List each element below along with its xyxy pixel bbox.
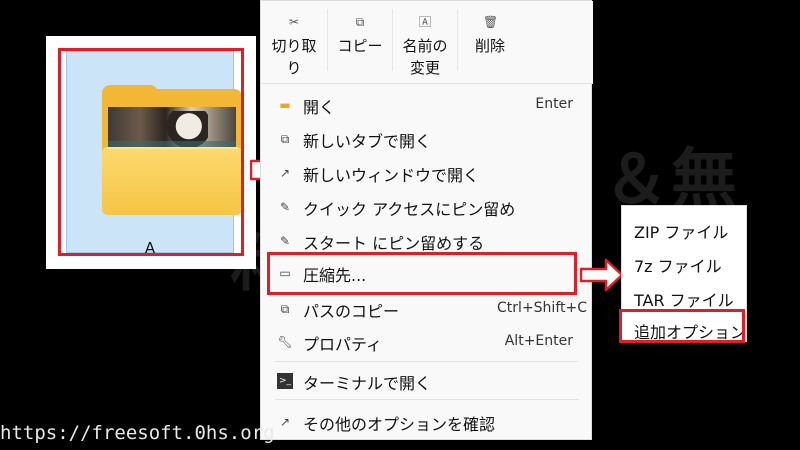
- copy-icon: ⧉: [355, 15, 365, 29]
- site-url: https://freesoft.0hs.org: [0, 422, 275, 444]
- folder-open-icon: ▬: [279, 98, 291, 112]
- terminal-icon: >_: [277, 373, 293, 389]
- shortcut-alt-enter: Alt+Enter: [504, 333, 573, 349]
- arrow-right-icon: [580, 258, 624, 292]
- copy-path-icon: ⧉: [280, 302, 290, 316]
- rename-button[interactable]: 🄰 名前の 変更: [393, 1, 457, 83]
- context-menu-toolbar: ✂ 切り取 り ⧉ コピー 🄰 名前の 変更 🗑 削除: [261, 1, 593, 84]
- submenu-item-tar[interactable]: TAR ファイル: [634, 287, 734, 311]
- highlight-folder: [58, 48, 244, 256]
- menu-item-open[interactable]: ▬ 開く Enter: [265, 89, 589, 121]
- context-menu: ✂ 切り取 り ⧉ コピー 🄰 名前の 変更 🗑 削除 ▬ 開く Enter ⧉…: [260, 0, 593, 440]
- pin-icon: ✎: [279, 234, 291, 248]
- trash-icon: 🗑: [483, 15, 499, 29]
- menu-item-copy-path[interactable]: ⧉ パスのコピー Ctrl+Shift+C: [265, 293, 589, 325]
- menu-item-terminal[interactable]: >_ ターミナルで開く: [265, 365, 589, 397]
- highlight-compress: [267, 252, 577, 295]
- shortcut-ctrl-shift-c: Ctrl+Shift+C: [497, 300, 587, 316]
- menu-divider: [275, 361, 579, 362]
- more-options-icon: ↗: [279, 415, 291, 429]
- pin-icon: ✎: [279, 200, 291, 214]
- menu-item-open-new-window[interactable]: ↗ 新しいウィンドウで開く: [265, 157, 589, 189]
- external-window-icon: ↗: [279, 166, 291, 180]
- delete-button[interactable]: 🗑 削除: [458, 1, 522, 83]
- submenu-item-7z[interactable]: 7z ファイル: [634, 253, 722, 277]
- rename-icon: 🄰: [418, 15, 431, 29]
- menu-item-more-options[interactable]: ↗ その他のオプションを確認: [265, 406, 589, 438]
- highlight-additional-options: [619, 309, 745, 343]
- menu-item-properties[interactable]: 🔧︎ プロパティ Alt+Enter: [265, 326, 589, 358]
- cut-button[interactable]: ✂ 切り取 り: [261, 1, 327, 83]
- menu-item-open-new-tab[interactable]: ⧉ 新しいタブで開く: [265, 123, 589, 155]
- wrench-icon: 🔧︎: [277, 335, 293, 349]
- copy-button[interactable]: ⧉ コピー: [328, 1, 392, 83]
- scissors-icon: ✂: [288, 15, 300, 29]
- menu-divider: [275, 399, 579, 400]
- new-tab-icon: ⧉: [280, 132, 290, 146]
- folder-panel: A: [46, 36, 256, 269]
- shortcut-enter: Enter: [535, 96, 573, 112]
- menu-item-pin-quick-access[interactable]: ✎ クイック アクセスにピン留め: [265, 191, 589, 223]
- submenu-item-zip[interactable]: ZIP ファイル: [634, 219, 728, 243]
